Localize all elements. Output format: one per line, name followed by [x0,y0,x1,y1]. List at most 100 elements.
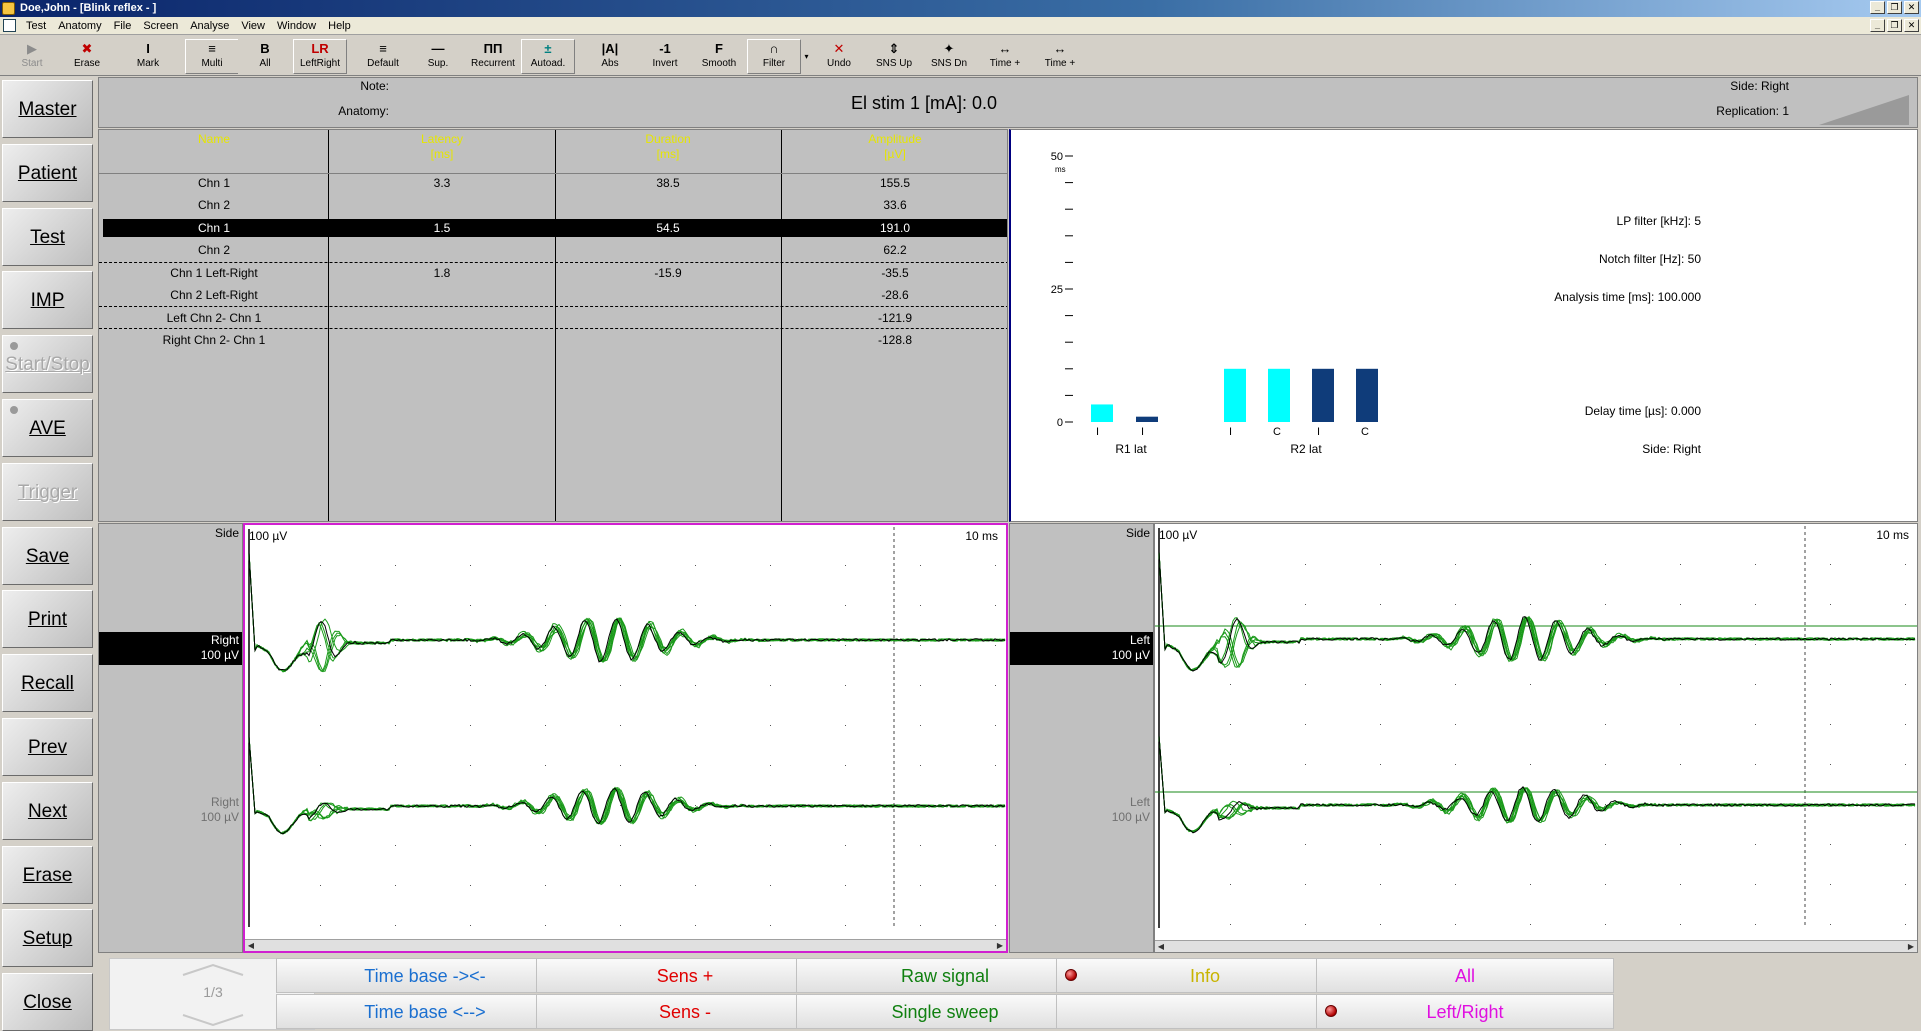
toolbar-time-button[interactable]: ↔ Time + [1033,39,1087,74]
fkey-time-base-button[interactable]: Time base -><- [276,958,574,993]
fkey-time-base-button[interactable]: Time base <--> [276,994,574,1029]
table-row[interactable]: Chn 2 Left-Right -28.6 [103,286,1007,304]
column-header[interactable]: Latency [ms] [342,132,542,162]
fkey-sens-button[interactable]: Sens - [536,994,834,1029]
print-button[interactable]: Print [2,590,93,649]
fkey-all-button[interactable]: All [1316,958,1614,993]
left-ch1-label[interactable]: Right 100 µV [99,632,242,665]
right-ch2-label[interactable]: Left 100 µV [1112,795,1150,825]
table-row[interactable]: Chn 1 Left-Right 1.8 -15.9 -35.5 [103,264,1007,282]
table-row[interactable]: Chn 1 3.3 38.5 155.5 [103,174,1007,192]
menu-window[interactable]: Window [271,17,322,35]
master-button[interactable]: Master [2,80,93,138]
cell-amplitude: 191.0 [879,221,911,235]
toolbar-sns-dn-button[interactable]: ✦ SNS Dn [922,39,976,74]
left-trace-plot[interactable]: 100 µV 10 ms ◀ ▶ [243,523,1008,953]
toolbar-mark-button[interactable]: I Mark [121,39,175,74]
minimize-button[interactable]: _ [1870,1,1885,14]
left-horizontal-scrollbar[interactable]: ◀ ▶ [245,939,1006,951]
column-header[interactable]: Duration [ms] [568,132,768,162]
app-icon [2,2,15,15]
cell-name: Chn 2 Left-Right [170,288,258,302]
toolbar-invert-button[interactable]: -1 Invert [638,39,692,74]
scroll-right-icon[interactable]: ▶ [1905,941,1917,952]
right-trace-plot[interactable]: 100 µV 10 ms ◀ ▶ [1154,523,1918,953]
imp-button[interactable]: IMP [2,271,93,330]
column-header[interactable]: Name [114,132,314,147]
close-window-button[interactable]: ✕ [1904,1,1919,14]
note-label: Note: [360,79,389,93]
patient-button[interactable]: Patient [2,143,93,202]
fkey-left-right-button[interactable]: Left/Right [1316,994,1614,1029]
fkey-sens-button[interactable]: Sens + [536,958,834,993]
toolbar-filter-button[interactable]: ∩ Filter [747,39,801,74]
left-ch2-label[interactable]: Right 100 µV [201,795,239,825]
table-row[interactable]: Right Chn 2- Chn 1 -128.8 [103,331,1007,349]
table-row[interactable]: Chn 1 1.5 54.5 191.0 [103,219,1007,237]
menu-anatomy[interactable]: Anatomy [52,17,107,35]
fkey-info-button[interactable]: Info [1056,958,1354,993]
cell-name: Right Chn 2- Chn 1 [162,333,266,347]
fkey-single-sweep-button[interactable]: Single sweep [796,994,1094,1029]
toolbar-leftright-button[interactable]: LR LeftRight [293,39,347,74]
ave-button[interactable]: AVE [2,399,93,457]
prev-button[interactable]: Prev [2,718,93,776]
toolbar-all-button[interactable]: B All [238,39,292,74]
latency-bar [1136,416,1158,422]
toolbar-undo-button[interactable]: ✕ Undo [812,39,866,74]
side-button-label: Recall [21,673,74,695]
toolbar-sup-button[interactable]: — Sup. [411,39,465,74]
scroll-left-icon[interactable]: ◀ [245,940,257,951]
table-row[interactable]: Chn 2 33.6 [103,196,1007,214]
doc-minimize-button[interactable]: _ [1870,19,1885,32]
toolbar-erase-button[interactable]: ✖ Erase [60,39,114,74]
doc-restore-button[interactable]: ❐ [1887,19,1902,32]
toolbar-multi-button[interactable]: ≡ Multi [185,39,239,74]
toolbar-start-button[interactable]: ▶ Start [5,39,59,74]
menu-test[interactable]: Test [20,17,52,35]
document-icon[interactable] [3,19,16,32]
side-button-label: Master [18,99,77,120]
y-tick-label: 25 [1051,284,1063,296]
right-ch1-label[interactable]: Left 100 µV [1010,632,1153,665]
restore-button[interactable]: ❐ [1887,1,1902,14]
toolbar-smooth-button[interactable]: F Smooth [692,39,746,74]
toolbar-icon: F [715,41,723,56]
next-button[interactable]: Next [2,781,93,840]
erase-button[interactable]: Erase [2,845,93,904]
fkey-label: Info [1189,966,1221,986]
table-row[interactable]: Chn 2 62.2 [103,241,1007,259]
right-horizontal-scrollbar[interactable]: ◀ ▶ [1155,940,1917,952]
recall-button[interactable]: Recall [2,654,93,713]
filter-dropdown-icon[interactable]: ▾ [802,41,811,73]
toolbar-recurrent-button[interactable]: ΠΠ Recurrent [466,39,520,74]
toolbar-abs-button[interactable]: |A| Abs [583,39,637,74]
fkey-raw-signal-button[interactable]: Raw signal [796,958,1094,993]
fkey-blank-button[interactable] [1056,994,1354,1029]
menu-view[interactable]: View [235,17,271,35]
doc-close-button[interactable]: ✕ [1904,19,1919,32]
scroll-right-icon[interactable]: ▶ [994,940,1006,951]
cell-amplitude: 33.6 [883,198,907,212]
toolbar-sns-up-button[interactable]: ⇕ SNS Up [867,39,921,74]
setup-button[interactable]: Setup [2,909,93,968]
column-header[interactable]: Amplitude [µV] [795,132,995,162]
toolbar-default-button[interactable]: ≡ Default [356,39,410,74]
table-row[interactable]: Left Chn 2- Chn 1 -121.9 [103,309,1007,327]
trigger-button[interactable]: Trigger [2,462,93,521]
toolbar-time-button[interactable]: ↔ Time + [978,39,1032,74]
menu-screen[interactable]: Screen [137,17,184,35]
toolbar-autoad-button[interactable]: ± Autoad. [521,39,575,74]
menu-help[interactable]: Help [322,17,357,35]
lp-filter-info: LP filter [kHz]: 5 [1616,214,1701,228]
side-button-label: Save [25,545,70,567]
side-button-label: Next [27,800,68,822]
cell-name: Chn 1 [197,221,231,235]
scroll-left-icon[interactable]: ◀ [1155,941,1167,952]
menu-file[interactable]: File [108,17,138,35]
save-button[interactable]: Save [2,526,93,585]
start-stop-button[interactable]: Start/Stop [2,335,93,394]
close-button[interactable]: Close [2,973,93,1031]
menu-analyse[interactable]: Analyse [184,17,235,35]
test-button[interactable]: Test [2,207,93,266]
